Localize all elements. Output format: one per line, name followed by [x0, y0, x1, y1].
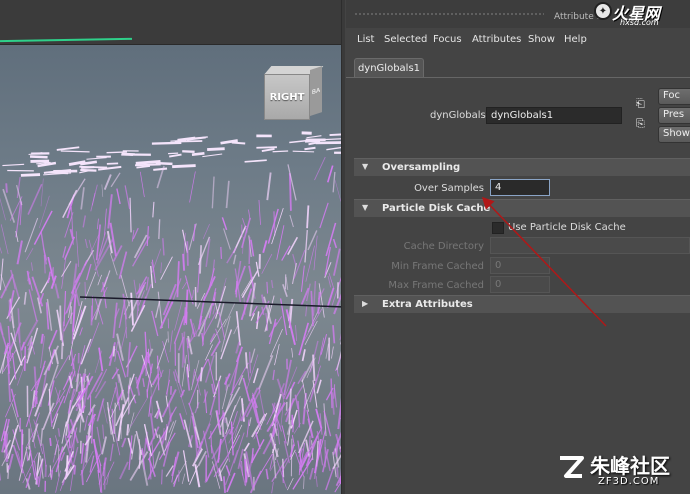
3d-viewport[interactable]: RIGHT BA — [0, 0, 345, 494]
logo-sub-text: hxsd.com — [620, 18, 659, 27]
use-particle-disk-cache-checkbox[interactable] — [492, 222, 504, 234]
menu-help[interactable]: Help — [564, 34, 587, 45]
cache-directory-label: Cache Directory — [403, 241, 484, 252]
menu-selected[interactable]: Selected — [384, 34, 427, 45]
node-name-label: dynGlobals: — [430, 110, 490, 121]
viewcube[interactable]: RIGHT BA — [264, 66, 324, 120]
section-title: Extra Attributes — [382, 299, 473, 310]
zf3d-watermark: 朱峰社区 ZF3D.COM — [556, 448, 686, 492]
attribute-editor: Attribute E ✦ 火星网 hxsd.com List Selected… — [346, 0, 690, 494]
section-title: Oversampling — [382, 162, 461, 173]
menu-focus[interactable]: Focus — [433, 34, 462, 45]
section-oversampling-header[interactable]: ▼ Oversampling — [354, 158, 690, 176]
menu-attributes[interactable]: Attributes — [472, 34, 521, 45]
use-particle-disk-cache-label: Use Particle Disk Cache — [508, 222, 626, 233]
menu-show[interactable]: Show — [528, 34, 555, 45]
select-input-icon[interactable]: ⎗ — [636, 98, 648, 110]
show-button[interactable]: Show — [658, 126, 690, 143]
node-name-field[interactable] — [486, 107, 622, 124]
over-samples-label: Over Samples — [414, 183, 484, 194]
menu-bar: List Selected Focus Attributes Show Help — [346, 28, 690, 50]
panel-splitter[interactable] — [341, 0, 345, 494]
tab-dynglobals1[interactable]: dynGlobals1 — [354, 58, 424, 78]
flame-logo-icon: ✦ — [594, 2, 612, 20]
zf3d-logo-icon — [560, 456, 584, 478]
watermark-main-text: 朱峰社区 — [590, 454, 670, 478]
presets-button[interactable]: Pres — [658, 107, 690, 124]
watermark-sub-text: ZF3D.COM — [598, 476, 660, 487]
max-frame-cached-label: Max Frame Cached — [388, 280, 484, 291]
tab-divider — [346, 77, 690, 78]
viewcube-back-face[interactable]: BA — [310, 66, 322, 116]
section-particle-disk-cache-header[interactable]: ▼ Particle Disk Cache — [354, 199, 690, 217]
menu-list[interactable]: List — [357, 34, 374, 45]
over-samples-field[interactable] — [490, 179, 550, 196]
min-frame-cached-label: Min Frame Cached — [391, 261, 484, 272]
expand-down-icon: ▼ — [362, 203, 369, 212]
attribute-sections: ▼ Oversampling Over Samples ▼ Particle D… — [354, 150, 690, 494]
expand-down-icon: ▼ — [362, 162, 369, 171]
viewcube-right-face[interactable]: RIGHT — [264, 74, 310, 120]
focus-button[interactable]: Foc — [658, 88, 690, 105]
hxsd-logo: ✦ 火星网 hxsd.com — [592, 0, 690, 28]
cache-directory-field[interactable] — [490, 237, 690, 254]
max-frame-cached-field[interactable] — [490, 276, 550, 293]
expand-right-icon: ▶ — [362, 299, 369, 308]
select-output-icon[interactable]: ⎘ — [636, 118, 648, 130]
section-title: Particle Disk Cache — [382, 203, 491, 214]
section-extra-attributes-header[interactable]: ▶ Extra Attributes — [354, 295, 690, 313]
attribute-editor-titlebar: Attribute E ✦ 火星网 hxsd.com — [346, 0, 690, 28]
min-frame-cached-field[interactable] — [490, 257, 550, 274]
titlebar-grip[interactable] — [354, 12, 544, 16]
